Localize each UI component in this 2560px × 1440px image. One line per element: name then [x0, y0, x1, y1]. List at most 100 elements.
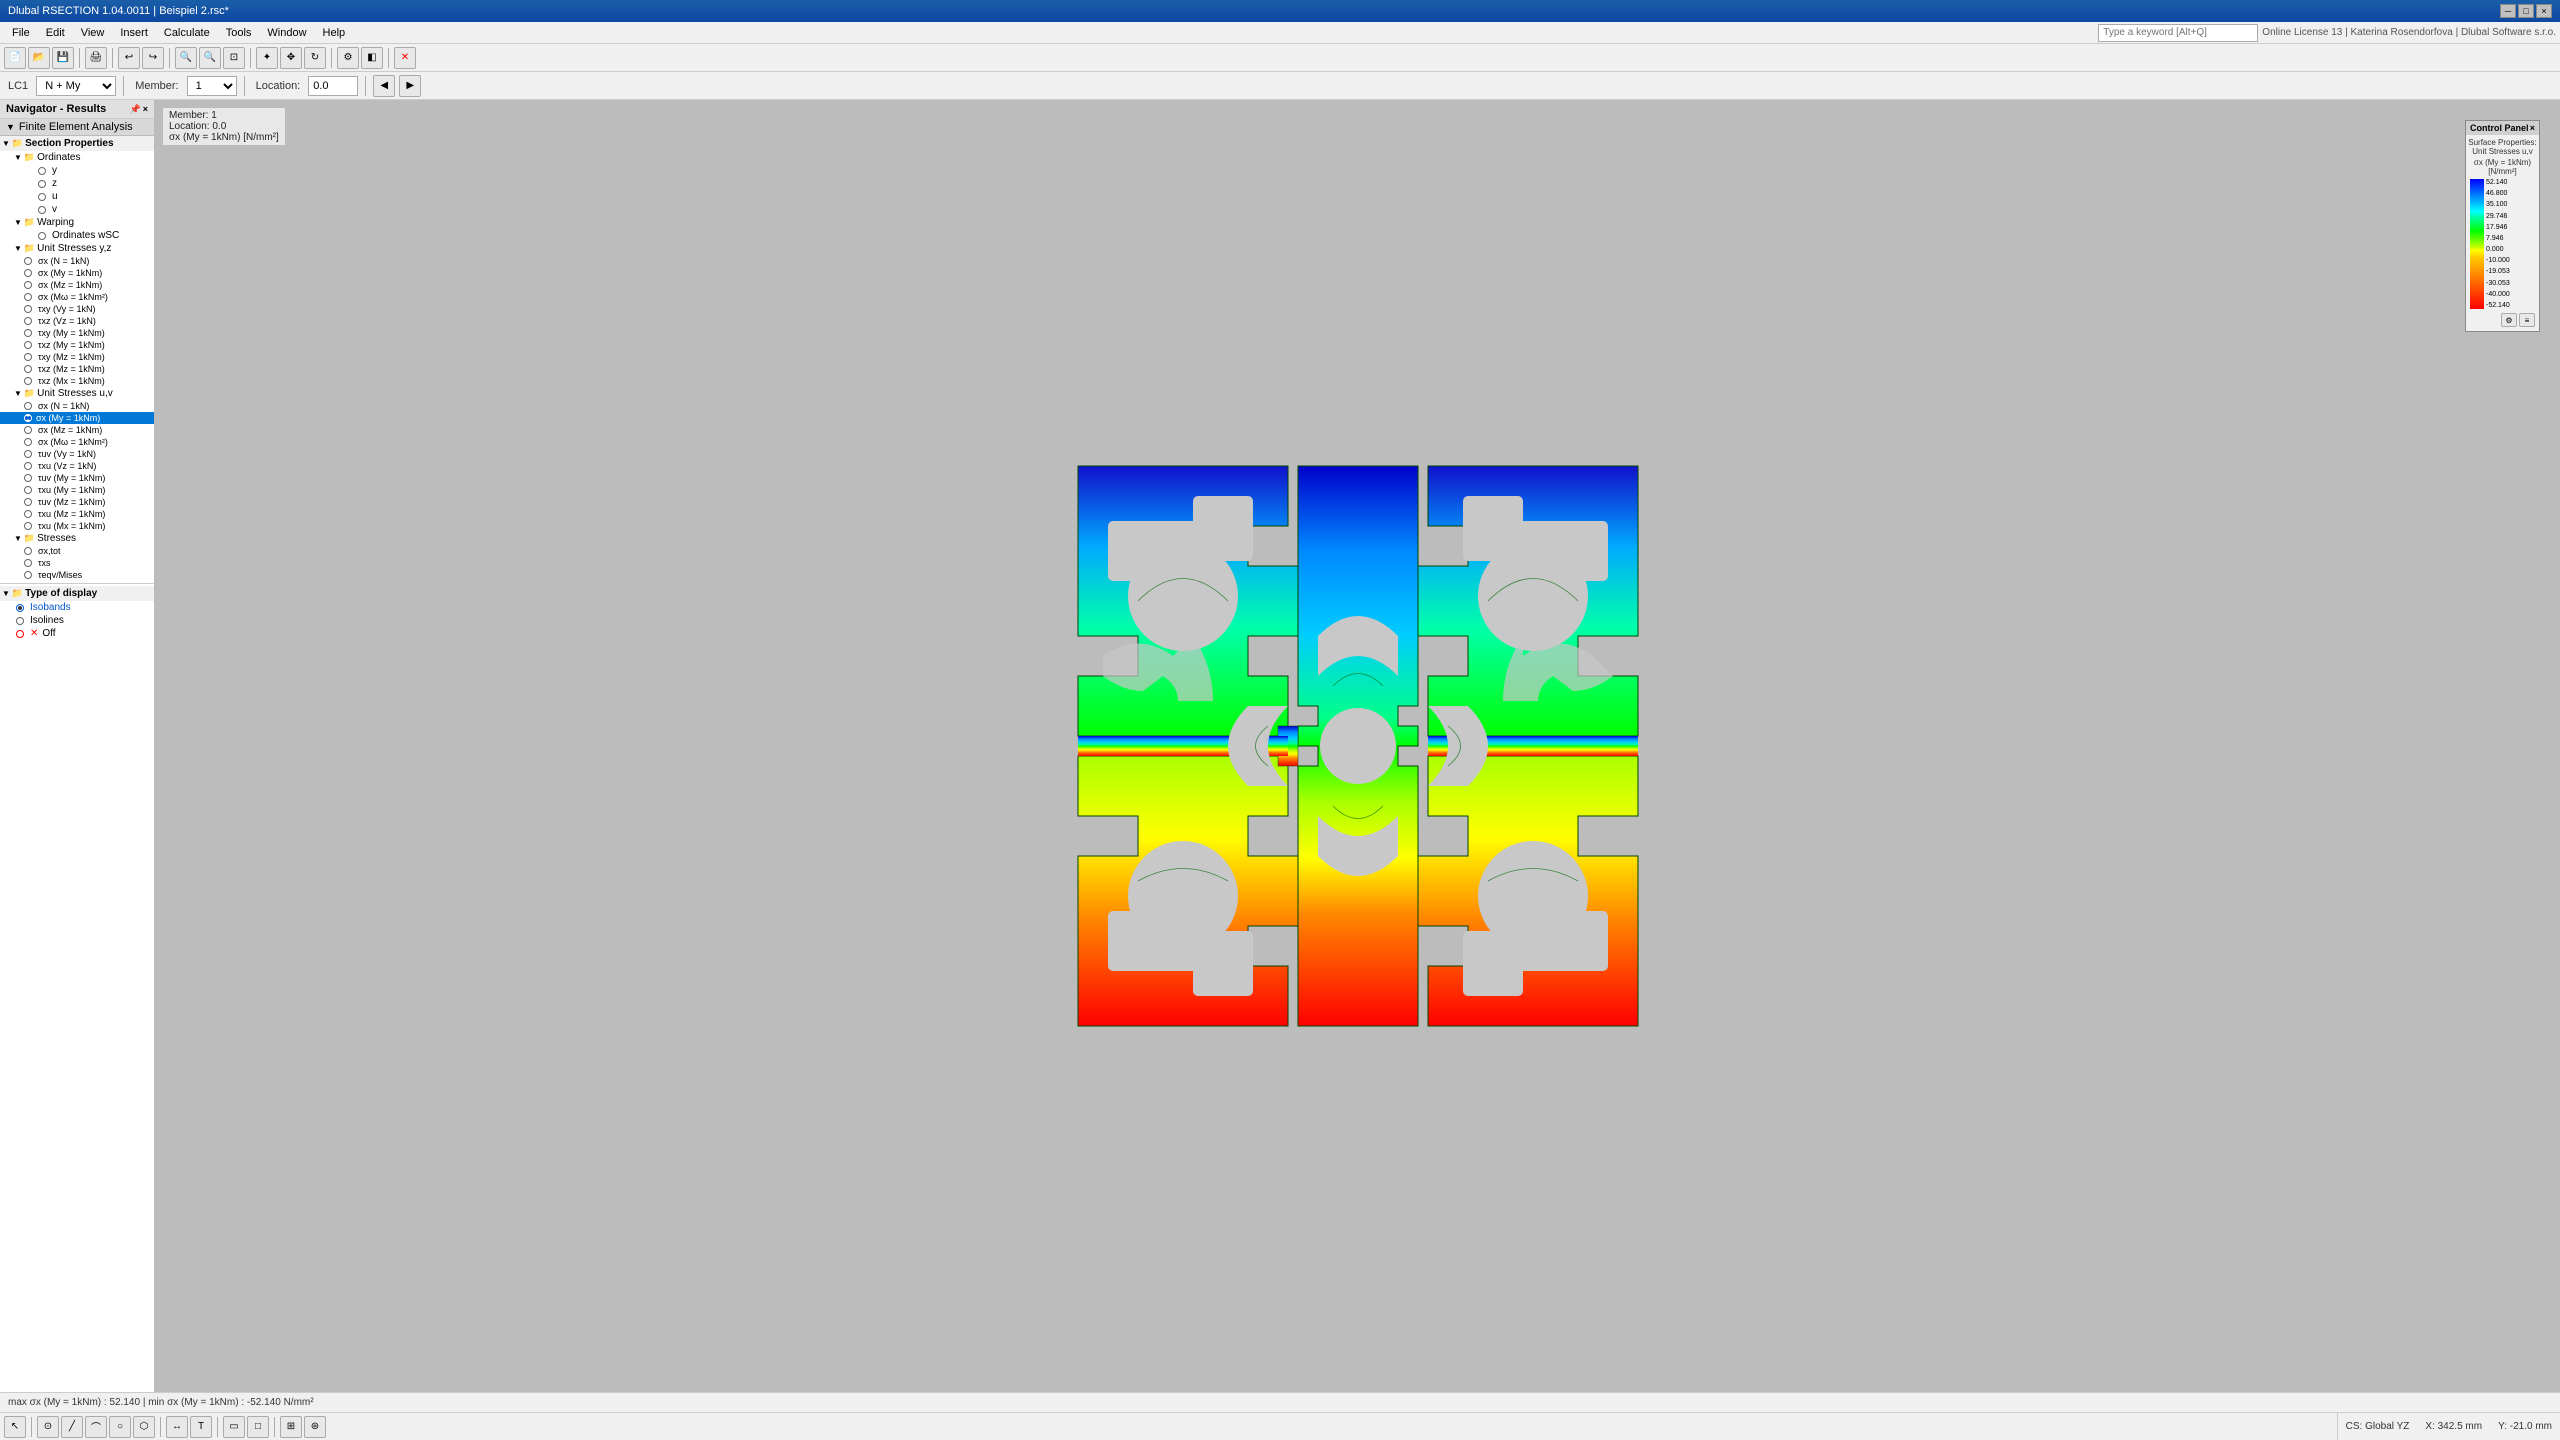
location-input[interactable] — [308, 76, 358, 96]
tree-yz-txy-mz[interactable]: τxy (Mz = 1kNm) — [0, 351, 154, 363]
tree-unit-stress-uv[interactable]: ▼ 📁 Unit Stresses u,v — [0, 387, 154, 400]
tree-uv-tuv-mz[interactable]: τuv (Mz = 1kNm) — [0, 496, 154, 508]
tree-unit-stress-yz[interactable]: ▼ 📁 Unit Stresses y,z — [0, 242, 154, 255]
snap-grid-tool[interactable]: ⊞ — [280, 1416, 302, 1438]
tree-warping-wsc[interactable]: Ordinates wSC — [0, 229, 154, 242]
menu-file[interactable]: File — [4, 22, 38, 43]
tree-display-off[interactable]: ✕ Off — [0, 627, 154, 640]
divider1 — [0, 583, 154, 584]
tree-stress-txs[interactable]: τxs — [0, 557, 154, 569]
menu-help[interactable]: Help — [315, 22, 354, 43]
control-panel-close[interactable]: × — [2530, 123, 2535, 133]
tree-stress-sxtot[interactable]: σx,tot — [0, 545, 154, 557]
tree-yz-txz-mz[interactable]: τxz (Mz = 1kNm) — [0, 363, 154, 375]
tree-display-isolines[interactable]: Isolines — [0, 614, 154, 627]
menu-view[interactable]: View — [73, 22, 113, 43]
pointer-tool[interactable]: ↖ — [4, 1416, 26, 1438]
member-combo[interactable]: 1 — [187, 76, 237, 96]
control-panel: Control Panel × Surface Properties: Unit… — [2465, 120, 2540, 332]
type-of-display-group[interactable]: ▼ 📁 Type of display — [0, 586, 154, 601]
separator9 — [365, 76, 366, 96]
open-btn[interactable]: 📂 — [28, 47, 50, 69]
move-btn[interactable]: ✥ — [280, 47, 302, 69]
tree-stresses[interactable]: ▼ 📁 Stresses — [0, 532, 154, 545]
display-btn[interactable]: ◧ — [361, 47, 383, 69]
tree-u[interactable]: u — [0, 190, 154, 203]
tree-stress-eqv[interactable]: τeqv/Mises — [0, 569, 154, 581]
tree-uv-txu-vz[interactable]: τxu (Vz = 1kN) — [0, 460, 154, 472]
stop-btn[interactable]: ✕ — [394, 47, 416, 69]
select-btn[interactable]: ✦ — [256, 47, 278, 69]
tree-uv-txu-mz[interactable]: τxu (Mz = 1kNm) — [0, 508, 154, 520]
tree-uv-txu-mx[interactable]: τxu (Mx = 1kNm) — [0, 520, 154, 532]
tree-yz-txz-vz[interactable]: τxz (Vz = 1kN) — [0, 315, 154, 327]
tree-display-isobands[interactable]: Isobands — [0, 601, 154, 614]
node-tool[interactable]: ⊙ — [37, 1416, 59, 1438]
zoom-out-btn[interactable]: 🔍 — [199, 47, 221, 69]
opening-tool[interactable]: □ — [247, 1416, 269, 1438]
redo-btn[interactable]: ↪ — [142, 47, 164, 69]
bot-sep3 — [217, 1417, 218, 1437]
tree-yz-txy-my[interactable]: τxy (My = 1kNm) — [0, 327, 154, 339]
tree-uv-txu-my[interactable]: τxu (My = 1kNm) — [0, 484, 154, 496]
tree-uv-sxn[interactable]: σx (N = 1kN) — [0, 400, 154, 412]
save-btn[interactable]: 💾 — [52, 47, 74, 69]
settings-btn[interactable]: ⚙ — [337, 47, 359, 69]
tree-uv-sxmz[interactable]: σx (Mz = 1kNm) — [0, 424, 154, 436]
close-btn[interactable]: × — [2536, 4, 2552, 18]
tree-yz-txz-my[interactable]: τxz (My = 1kNm) — [0, 339, 154, 351]
legend-settings-btn[interactable]: ⚙ — [2501, 313, 2517, 327]
next-btn[interactable]: ▶ — [399, 75, 421, 97]
lc-combo[interactable]: N + My — [36, 76, 116, 96]
tree-yz-sxmy[interactable]: σx (My = 1kNm) — [0, 267, 154, 279]
tree-z[interactable]: z — [0, 177, 154, 190]
tree-y[interactable]: y — [0, 164, 154, 177]
menu-edit[interactable]: Edit — [38, 22, 73, 43]
keyword-search-input[interactable] — [2098, 24, 2258, 42]
menu-tools[interactable]: Tools — [218, 22, 260, 43]
menu-calculate[interactable]: Calculate — [156, 22, 218, 43]
tree-warping[interactable]: ▼ 📁 Warping — [0, 216, 154, 229]
undo-btn[interactable]: ↩ — [118, 47, 140, 69]
tree-yz-txy-vy[interactable]: τxy (Vy = 1kN) — [0, 303, 154, 315]
nav-close-btn[interactable]: × — [143, 104, 148, 115]
legend-table-btn[interactable]: ≡ — [2519, 313, 2535, 327]
arc-tool[interactable]: ⌒ — [85, 1416, 107, 1438]
navigator-title: Navigator - Results — [6, 103, 106, 115]
polygon-tool[interactable]: ⬡ — [133, 1416, 155, 1438]
member-info: Member: 1 — [169, 110, 279, 121]
tree-ordinates[interactable]: ▼ 📁 Ordinates — [0, 151, 154, 164]
region-tool[interactable]: ▭ — [223, 1416, 245, 1438]
tree-uv-tuv-vy[interactable]: τuv (Vy = 1kN) — [0, 448, 154, 460]
zoom-in-btn[interactable]: 🔍 — [175, 47, 197, 69]
legend-val-9: -30.053 — [2486, 280, 2510, 287]
maximize-btn[interactable]: □ — [2518, 4, 2534, 18]
legend-title: Surface Properties: Unit Stresses u,v — [2468, 137, 2537, 157]
tree-yz-sxmw[interactable]: σx (Mω = 1kNm²) — [0, 291, 154, 303]
tree-uv-sxmy[interactable]: σx (My = 1kNm) — [0, 412, 154, 424]
canvas-area[interactable]: Member: 1 Location: 0.0 σx (My = 1kNm) [… — [155, 100, 2560, 1392]
line-tool[interactable]: ╱ — [61, 1416, 83, 1438]
nav-pin-btn[interactable]: 📌 — [130, 104, 141, 115]
tree-uv-sxmw[interactable]: σx (Mω = 1kNm²) — [0, 436, 154, 448]
tree-yz-sxmz[interactable]: σx (Mz = 1kNm) — [0, 279, 154, 291]
menu-window[interactable]: Window — [259, 22, 314, 43]
menu-insert[interactable]: Insert — [112, 22, 156, 43]
circle-tool[interactable]: ○ — [109, 1416, 131, 1438]
tree-uv-tuv-my[interactable]: τuv (My = 1kNm) — [0, 472, 154, 484]
text-tool[interactable]: T — [190, 1416, 212, 1438]
rotate-btn[interactable]: ↻ — [304, 47, 326, 69]
tree-yz-sxn[interactable]: σx (N = 1kN) — [0, 255, 154, 267]
print-btn[interactable]: 🖨 — [85, 47, 107, 69]
prev-btn[interactable]: ◀ — [373, 75, 395, 97]
section-properties-group[interactable]: ▼ 📁 Section Properties — [0, 136, 154, 151]
minimize-btn[interactable]: ─ — [2500, 4, 2516, 18]
window-controls[interactable]: ─ □ × — [2500, 4, 2552, 18]
dim-tool[interactable]: ↔ — [166, 1416, 188, 1438]
tree-v[interactable]: v — [0, 203, 154, 216]
tree-yz-txz-mx[interactable]: τxz (Mx = 1kNm) — [0, 375, 154, 387]
new-btn[interactable]: 📄 — [4, 47, 26, 69]
snap-node-tool[interactable]: ⊛ — [304, 1416, 326, 1438]
fit-btn[interactable]: ⊡ — [223, 47, 245, 69]
formula-info: σx (My = 1kNm) [N/mm²] — [169, 132, 279, 143]
